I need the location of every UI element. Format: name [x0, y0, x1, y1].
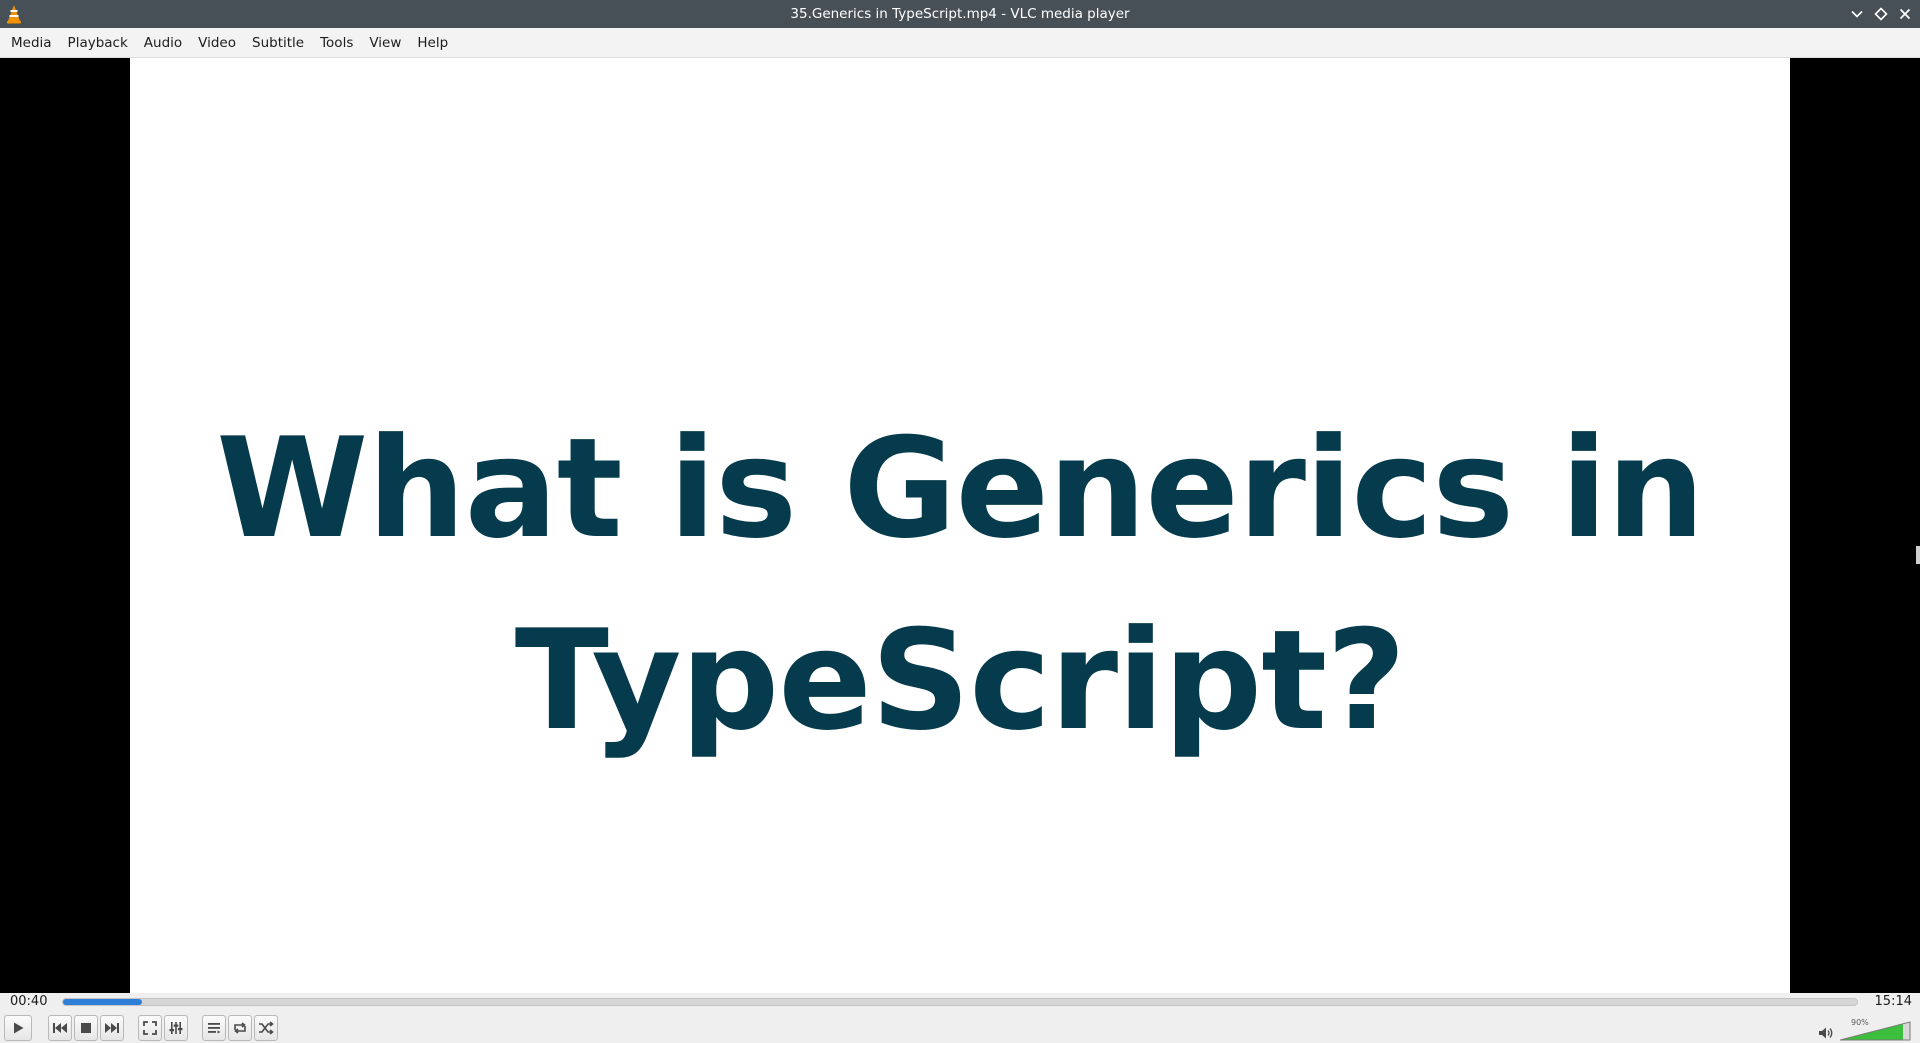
loop-icon — [232, 1021, 248, 1035]
random-button[interactable] — [254, 1015, 278, 1041]
close-icon[interactable] — [1895, 4, 1915, 24]
elapsed-time[interactable]: 00:40 — [10, 994, 47, 1009]
video-frame: What is Generics in TypeScript? — [130, 58, 1790, 993]
resize-handle[interactable] — [1916, 546, 1920, 564]
next-button[interactable] — [100, 1015, 124, 1041]
skip-next-icon — [104, 1022, 120, 1034]
speaker-icon[interactable] — [1818, 1025, 1834, 1041]
stop-icon — [80, 1022, 92, 1034]
seek-slider[interactable] — [62, 998, 1858, 1006]
controls-bar: 00:40 15:14 90% — [0, 993, 1920, 1043]
menu-subtitle[interactable]: Subtitle — [245, 30, 311, 56]
chevron-down-icon[interactable] — [1847, 4, 1867, 24]
slide-heading-line2: TypeScript? — [514, 600, 1406, 761]
extended-settings-button[interactable] — [164, 1015, 188, 1041]
play-button[interactable] — [4, 1015, 32, 1041]
playlist-icon — [207, 1021, 221, 1035]
equalizer-icon — [169, 1021, 183, 1035]
total-time[interactable]: 15:14 — [1875, 994, 1912, 1009]
stop-button[interactable] — [74, 1015, 98, 1041]
diamond-icon[interactable] — [1871, 4, 1891, 24]
menu-audio[interactable]: Audio — [137, 30, 189, 56]
video-area[interactable]: What is Generics in TypeScript? — [0, 58, 1920, 993]
skip-previous-icon — [52, 1022, 68, 1034]
menu-video[interactable]: Video — [191, 30, 243, 56]
menu-help[interactable]: Help — [410, 30, 455, 56]
menu-media[interactable]: Media — [4, 30, 59, 56]
play-icon — [11, 1021, 25, 1035]
shuffle-icon — [258, 1021, 274, 1035]
volume-slider[interactable] — [1839, 1021, 1912, 1041]
window-title: 35.Generics in TypeScript.mp4 - VLC medi… — [790, 6, 1130, 22]
fullscreen-icon — [143, 1021, 157, 1035]
playlist-button[interactable] — [202, 1015, 226, 1041]
menu-view[interactable]: View — [362, 30, 408, 56]
fullscreen-button[interactable] — [138, 1015, 162, 1041]
vlc-window: 35.Generics in TypeScript.mp4 - VLC medi… — [0, 0, 1920, 1043]
slide-heading-line1: What is Generics in — [216, 408, 1705, 569]
title-bar: 35.Generics in TypeScript.mp4 - VLC medi… — [0, 0, 1920, 28]
previous-button[interactable] — [48, 1015, 72, 1041]
menu-playback[interactable]: Playback — [61, 30, 135, 56]
menu-bar: Media Playback Audio Video Subtitle Tool… — [0, 28, 1920, 58]
menu-tools[interactable]: Tools — [313, 30, 360, 56]
seek-progress — [63, 999, 142, 1005]
loop-button[interactable] — [228, 1015, 252, 1041]
